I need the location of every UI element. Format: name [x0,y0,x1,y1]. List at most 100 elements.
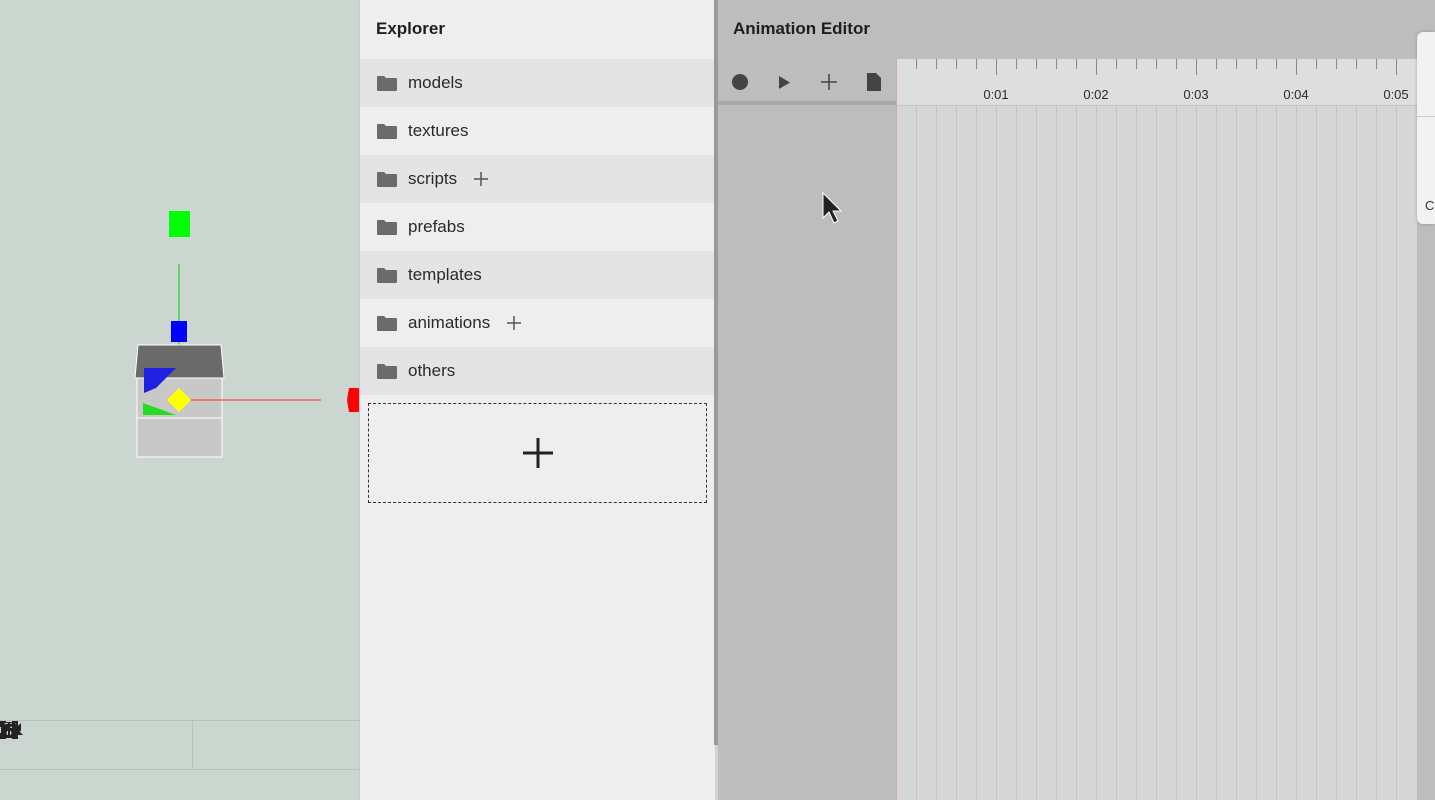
timeline-gridline [1196,106,1197,800]
side-tab-label: C [1425,198,1435,213]
file-button[interactable] [852,59,897,105]
timeline-gridline [916,106,917,800]
timeline-gridline [1376,106,1377,800]
gizmo-x-handle[interactable] [347,388,359,412]
folder-label: others [408,361,456,380]
fullscreen-button[interactable] [0,721,337,769]
ruler-tick [1156,59,1157,69]
ruler-tick [1336,59,1337,69]
ruler-tick [956,59,957,69]
explorer-title: Explorer [376,19,445,38]
folder-label: prefabs [408,217,465,236]
timeline-gridline [1056,106,1057,800]
explorer-panel: Explorer models textures scripts prefabs… [359,0,715,800]
ruler-tick [1216,59,1217,69]
timeline-gridline [1036,106,1037,800]
gizmo-y-handle[interactable] [169,211,190,237]
timeline-gridline [1276,106,1277,800]
time-label: 0:05 [1383,87,1409,102]
ruler-tick [1256,59,1257,69]
timeline-gridline [936,106,937,800]
undo-button[interactable] [1,721,144,769]
ruler-tick [936,59,937,69]
folder-others[interactable]: others [360,347,715,395]
save-button[interactable] [1,721,96,769]
scene-viewport[interactable] [0,0,359,800]
folder-prefabs[interactable]: prefabs [360,203,715,251]
timeline-gridline [1396,106,1397,800]
timeline-gridline [1176,106,1177,800]
ruler-tick [1056,59,1057,69]
record-icon [732,74,749,90]
ruler-tick [1136,59,1137,69]
toolbar-scrollbar[interactable] [718,101,896,105]
folder-label: animations [408,313,491,332]
folder-scripts[interactable]: scripts [360,155,715,203]
timeline[interactable]: 0:01 0:02 0:03 0:04 0:05 [896,59,1417,800]
ruler-tick [916,59,917,69]
mouse-cursor-icon [822,192,843,224]
timeline-gridline [1156,106,1157,800]
ruler-tick [1176,59,1177,69]
add-folder-dropzone[interactable] [368,403,707,503]
ruler-tick [1276,59,1277,69]
gizmo-z-handle[interactable] [171,321,187,342]
timeline-gridline [1076,106,1077,800]
timeline-ruler[interactable]: 0:01 0:02 0:03 0:04 0:05 [897,59,1417,106]
record-button[interactable] [718,59,763,105]
add-icon [474,172,489,186]
ruler-tick [1096,59,1097,75]
add-button[interactable] [1,721,241,769]
add-keyframe-button[interactable] [807,59,852,105]
ruler-tick [1116,59,1117,69]
timeline-gridline [1136,106,1137,800]
add-animation-button[interactable] [504,313,524,333]
side-tab[interactable]: C [1417,32,1435,224]
folder-label: models [408,73,463,92]
timeline-gridline [956,106,957,800]
folder-icon [377,267,397,283]
plus-icon [522,438,553,468]
ruler-tick [1296,59,1297,75]
folder-templates[interactable]: templates [360,251,715,299]
add-icon [507,316,522,330]
ruler-tick [1236,59,1237,69]
ruler-tick [1396,59,1397,75]
animation-editor-panel: Animation Editor 0:01 0:02 0:03 0:04 0:05 [718,0,1435,800]
folder-icon [377,123,397,139]
animation-editor-title: Animation Editor [733,19,870,38]
timeline-gridline [1256,106,1257,800]
add-icon [821,74,838,90]
play-button[interactable] [1,721,289,769]
viewport-toolbar [0,720,359,770]
timeline-gridline [976,106,977,800]
timeline-gridline [1116,106,1117,800]
folder-models[interactable]: models [360,59,715,107]
folder-label: scripts [408,169,458,188]
timeline-gridline [1216,106,1217,800]
folder-textures[interactable]: textures [360,107,715,155]
scene-canvas[interactable] [0,0,359,720]
play-animation-button[interactable] [763,59,808,105]
add-script-button[interactable] [471,169,491,189]
folder-label: templates [408,265,482,284]
tab-divider [1417,116,1435,117]
redo-button[interactable] [1,721,192,769]
ruler-tick [1196,59,1197,75]
ruler-tick [1316,59,1317,69]
ruler-tick [1356,59,1357,69]
timeline-gridline [996,106,997,800]
timeline-gridline [1336,106,1337,800]
ruler-tick [996,59,997,75]
folder-icon [377,363,397,379]
ruler-tick [976,59,977,69]
folder-icon [377,75,397,91]
ruler-tick [1036,59,1037,69]
play-icon [779,75,791,89]
folder-animations[interactable]: animations [360,299,715,347]
timeline-gridline [1016,106,1017,800]
ruler-tick [1376,59,1377,69]
ruler-tick [1016,59,1017,69]
animation-toolbar [718,59,896,105]
time-label: 0:03 [1183,87,1209,102]
